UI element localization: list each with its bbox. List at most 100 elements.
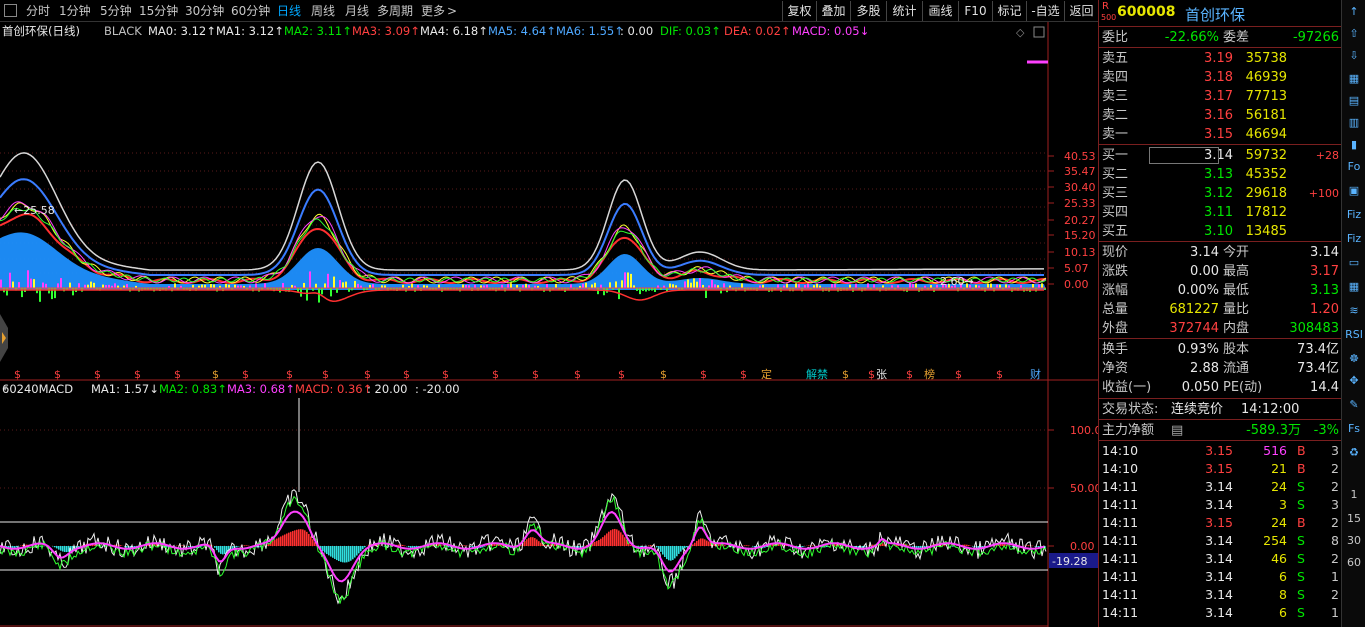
- stock-name: 首创环保: [1185, 6, 1246, 24]
- timeframe-tab[interactable]: 15分钟: [139, 3, 178, 19]
- toolbar-button[interactable]: 叠加: [816, 1, 850, 21]
- side-tool-icon[interactable]: ⇩: [1345, 47, 1363, 65]
- indicator-value: 首创环保(日线): [2, 24, 80, 38]
- event-marker: 财: [1030, 367, 1041, 381]
- timeframe-tab[interactable]: 日线: [277, 3, 301, 19]
- side-tool-icon[interactable]: ▮: [1345, 136, 1363, 154]
- dividend-marker: $: [574, 368, 581, 381]
- timeframe-tab[interactable]: 多周期: [377, 3, 413, 19]
- svg-text:◇: ◇: [1016, 26, 1025, 39]
- quote-stat-row: 现价 3.14 今开 3.14: [1102, 245, 1339, 260]
- event-marker: 解禁: [806, 367, 828, 381]
- side-tool-icon[interactable]: ▤: [1345, 92, 1363, 110]
- toolbar-button[interactable]: -自选: [1026, 1, 1064, 21]
- toolbar-button[interactable]: F10: [958, 1, 992, 21]
- ma4-line: [0, 152, 1044, 271]
- indicator-value: MA5: 4.64↑: [488, 24, 556, 38]
- chevron-down-icon[interactable]: ▾: [3, 384, 8, 394]
- chevron-right-icon[interactable]: >: [447, 3, 457, 19]
- event-marker: 张: [876, 368, 887, 381]
- ask-row[interactable]: 卖二 3.16 56181: [1099, 106, 1341, 125]
- side-tool-icon[interactable]: ▦: [1345, 70, 1363, 88]
- quote-stat-row: 换手 0.93% 股本 73.4亿: [1102, 342, 1339, 357]
- timeframe-tab[interactable]: 周线: [311, 3, 335, 19]
- side-tool-icon[interactable]: RSI: [1345, 326, 1363, 344]
- side-tool-icon[interactable]: ⇧: [1345, 25, 1363, 43]
- timeframe-tab[interactable]: 月线: [345, 3, 369, 19]
- tick-row: 14:10 3.15 21 B 2: [1102, 461, 1339, 476]
- dividend-marker: $: [740, 368, 747, 381]
- side-tool-icon[interactable]: 1: [1345, 486, 1363, 504]
- timeframe-tab[interactable]: 分时: [26, 3, 50, 19]
- side-tool-icon[interactable]: 15: [1345, 510, 1363, 528]
- toolbar-button[interactable]: 返回: [1064, 1, 1098, 21]
- toolbar-button[interactable]: 标记: [992, 1, 1026, 21]
- axis-tick-label: 30.40: [1064, 181, 1096, 194]
- indicator-value: DIF: 0.03↑: [660, 24, 721, 38]
- side-tool-icon[interactable]: ≋: [1345, 302, 1363, 320]
- toolbar-button[interactable]: 统计: [886, 1, 922, 21]
- weibi-row: 委比 -22.66% 委差 -97266: [1102, 30, 1339, 45]
- dividend-marker: $: [996, 368, 1003, 381]
- side-tool-icon[interactable]: ♻: [1345, 444, 1363, 462]
- indicator-value: MA0: 3.12↑: [148, 24, 216, 38]
- side-tool-icon[interactable]: 60: [1345, 554, 1363, 572]
- side-tool-icon[interactable]: ✎: [1345, 396, 1363, 414]
- tick-row: 14:11 3.15 24 B 2: [1102, 515, 1339, 530]
- side-tool-icon[interactable]: ▣: [1345, 182, 1363, 200]
- toolbar-button[interactable]: 多股: [850, 1, 886, 21]
- netflow-row[interactable]: 主力净额 ▤ -589.3万 -3%: [1099, 421, 1341, 440]
- quote-stat-row: 净资 2.88 流通 73.4亿: [1102, 361, 1339, 376]
- timeframe-tab[interactable]: 5分钟: [100, 3, 132, 19]
- dividend-marker: $: [618, 368, 625, 381]
- timeframe-tab[interactable]: 更多: [421, 3, 445, 19]
- dividend-marker: $: [134, 368, 141, 381]
- ask-row[interactable]: 卖五 3.19 35738: [1099, 49, 1341, 68]
- dividend-marker: $: [868, 368, 875, 381]
- tick-row: 14:11 3.14 46 S 2: [1102, 551, 1339, 566]
- bid-row[interactable]: 买五 3.10 13485: [1099, 222, 1341, 241]
- low-price-label: 2.60→: [940, 275, 974, 288]
- side-tool-icon[interactable]: ↑: [1345, 3, 1363, 21]
- side-tool-icon[interactable]: ✥: [1345, 372, 1363, 390]
- code-sub: 500: [1101, 13, 1117, 22]
- tick-row: 14:11 3.14 254 S 8: [1102, 533, 1339, 548]
- ma0-line: [0, 201, 1047, 284]
- side-tool-icon[interactable]: 30: [1345, 532, 1363, 550]
- list-icon[interactable]: ▤: [1171, 421, 1183, 440]
- side-tool-icon[interactable]: Fiz: [1345, 206, 1363, 224]
- bid-row[interactable]: 买三 3.12 29618 +100: [1099, 184, 1341, 203]
- indicator-value: MA2: 3.11↑: [284, 24, 352, 38]
- ask-row[interactable]: 卖三 3.17 77713: [1099, 87, 1341, 106]
- toolbar-button[interactable]: 复权: [782, 1, 816, 21]
- side-tool-icon[interactable]: Fo: [1345, 158, 1363, 176]
- axis-tick-label: 50.00: [1070, 482, 1098, 495]
- quote-stat-row: 涨跌 0.00 最高 3.17: [1102, 264, 1339, 279]
- bid-row[interactable]: 买二 3.13 45352: [1099, 165, 1341, 184]
- toolbar-button[interactable]: 画线: [922, 1, 958, 21]
- kline-chart[interactable]: 40.53 35.47 30.40 25.33 20.27 15.20 10.13 5.07 0…: [0, 22, 1098, 627]
- quote-stat-row: 总量 681227 量比 1.20: [1102, 302, 1339, 317]
- timeframe-tab[interactable]: 60分钟: [231, 3, 270, 19]
- side-tool-icon[interactable]: ☸: [1345, 350, 1363, 368]
- timeframe-tab[interactable]: 1分钟: [59, 3, 91, 19]
- side-tool-icon[interactable]: ▭: [1345, 254, 1363, 272]
- dividend-marker: $: [54, 368, 61, 381]
- dividend-marker: $: [174, 368, 181, 381]
- dividend-marker: $: [212, 368, 219, 381]
- bid-row[interactable]: 买四 3.11 17812: [1099, 203, 1341, 222]
- timeframe-tab[interactable]: 30分钟: [185, 3, 224, 19]
- bid-row[interactable]: 买一 3.14 59732 +28: [1099, 146, 1341, 165]
- side-tool-icon[interactable]: Fs: [1345, 420, 1363, 438]
- axis-tick-label: 100.0: [1070, 424, 1098, 437]
- toolbar-icon[interactable]: [4, 4, 17, 17]
- ask-row[interactable]: 卖四 3.18 46939: [1099, 68, 1341, 87]
- axis-tick-label: 20.27: [1064, 214, 1096, 227]
- ask-row[interactable]: 卖一 3.15 46694: [1099, 125, 1341, 144]
- side-tool-icon[interactable]: ▦: [1345, 278, 1363, 296]
- side-tool-icon[interactable]: Fiz: [1345, 230, 1363, 248]
- indicator-value: : 20.00: [367, 382, 408, 396]
- indicator-value: 60240MACD: [2, 382, 74, 396]
- side-tool-icon[interactable]: ▥: [1345, 114, 1363, 132]
- indicator-value: : -20.00: [415, 382, 460, 396]
